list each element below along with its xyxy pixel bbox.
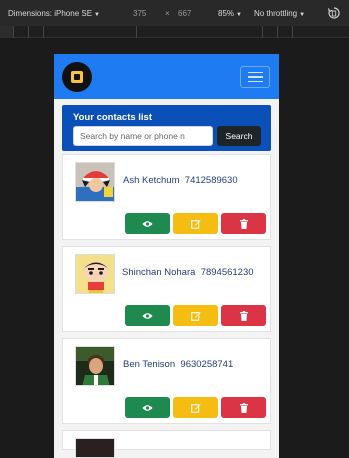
shinchan-avatar-image (76, 255, 114, 293)
hamburger-icon (247, 80, 263, 83)
contact-card: Ash Ketchum 7412589630 (62, 154, 271, 240)
ruler-tick (13, 26, 14, 38)
view-button[interactable] (125, 397, 170, 418)
delete-button[interactable] (221, 397, 266, 418)
ruler-tick (136, 26, 137, 38)
zoom-select[interactable]: 85% ▼ (218, 9, 242, 18)
edit-icon (190, 219, 201, 229)
ruler-tick (277, 26, 278, 38)
contact-card: Ben Tenison 9630258741 (62, 338, 271, 424)
card-actions (125, 305, 266, 326)
card-actions (125, 213, 266, 234)
edit-button[interactable] (173, 397, 218, 418)
eye-icon (142, 404, 153, 411)
devtools-toolbar: Dimensions: iPhone SE ▼ 375 × 667 85% ▼ No… (0, 0, 349, 26)
contact-card (62, 430, 271, 458)
edit-button[interactable] (173, 213, 218, 234)
trash-icon (239, 218, 248, 229)
search-button[interactable]: Search (217, 126, 261, 146)
avatar (75, 346, 115, 386)
throttle-label: No throttling (254, 9, 298, 18)
chevron-down-icon: ▼ (299, 12, 306, 18)
contact-card: Shinchan Nohara 7894561230 (62, 246, 271, 332)
ruler-tick (28, 26, 29, 38)
rotate-icon[interactable] (328, 7, 340, 19)
navbar (54, 54, 279, 99)
height-input[interactable]: 667 (178, 9, 191, 18)
chevron-down-icon: ▼ (94, 12, 100, 18)
width-input[interactable]: 375 (133, 9, 146, 18)
contact-phone: 7412589630 (184, 175, 238, 186)
eye-icon (142, 312, 153, 319)
avatar (75, 254, 115, 294)
times-symbol: × (165, 9, 170, 18)
card-actions (125, 397, 266, 418)
hamburger-icon (247, 71, 263, 74)
contact-name: Shinchan Nohara (122, 267, 196, 278)
throttle-select[interactable]: No throttling ▼ (254, 9, 305, 18)
ruler-tick (43, 26, 44, 38)
device-select[interactable]: Dimensions: iPhone SE ▼ (8, 9, 100, 18)
delete-button[interactable] (221, 305, 266, 326)
ruler-tick (262, 26, 263, 38)
ruler-tick (292, 26, 293, 38)
contact-name: Ben Tenison (123, 359, 176, 370)
trash-icon (239, 310, 248, 321)
media-query-ruler[interactable] (0, 26, 349, 38)
zoom-label: 85% (218, 9, 235, 18)
ruler-segment (0, 26, 13, 38)
edit-icon (190, 311, 201, 321)
avatar (75, 162, 115, 202)
contact-name-phone: Ash Ketchum 7412589630 (123, 175, 238, 186)
view-button[interactable] (125, 213, 170, 234)
brand-logo[interactable] (62, 62, 92, 92)
hamburger-icon (247, 76, 263, 78)
edit-icon (190, 403, 201, 413)
edit-button[interactable] (173, 305, 218, 326)
navbar-toggler[interactable] (240, 66, 270, 88)
eye-icon (142, 220, 153, 227)
search-input[interactable] (73, 126, 213, 146)
trash-icon (239, 402, 248, 413)
chevron-down-icon: ▼ (236, 12, 242, 18)
contact-phone: 7894561230 (200, 267, 254, 278)
device-viewport: Your contacts list Search Ash Ketchum 74… (54, 54, 279, 458)
ash-avatar-image (76, 163, 114, 201)
avatar (75, 438, 115, 458)
delete-button[interactable] (221, 213, 266, 234)
device-label: Dimensions: iPhone SE (8, 9, 93, 18)
search-panel: Your contacts list Search (62, 105, 271, 151)
view-button[interactable] (125, 305, 170, 326)
contact-name: Ash Ketchum (123, 175, 180, 186)
ben-avatar-image (76, 347, 114, 385)
contacts-heading: Your contacts list (73, 112, 153, 123)
contact-name-phone: Ben Tenison 9630258741 (123, 359, 233, 370)
logo-mark (71, 71, 83, 83)
contact-name-phone: Shinchan Nohara 7894561230 (122, 267, 254, 278)
contact-phone: 9630258741 (180, 359, 234, 370)
